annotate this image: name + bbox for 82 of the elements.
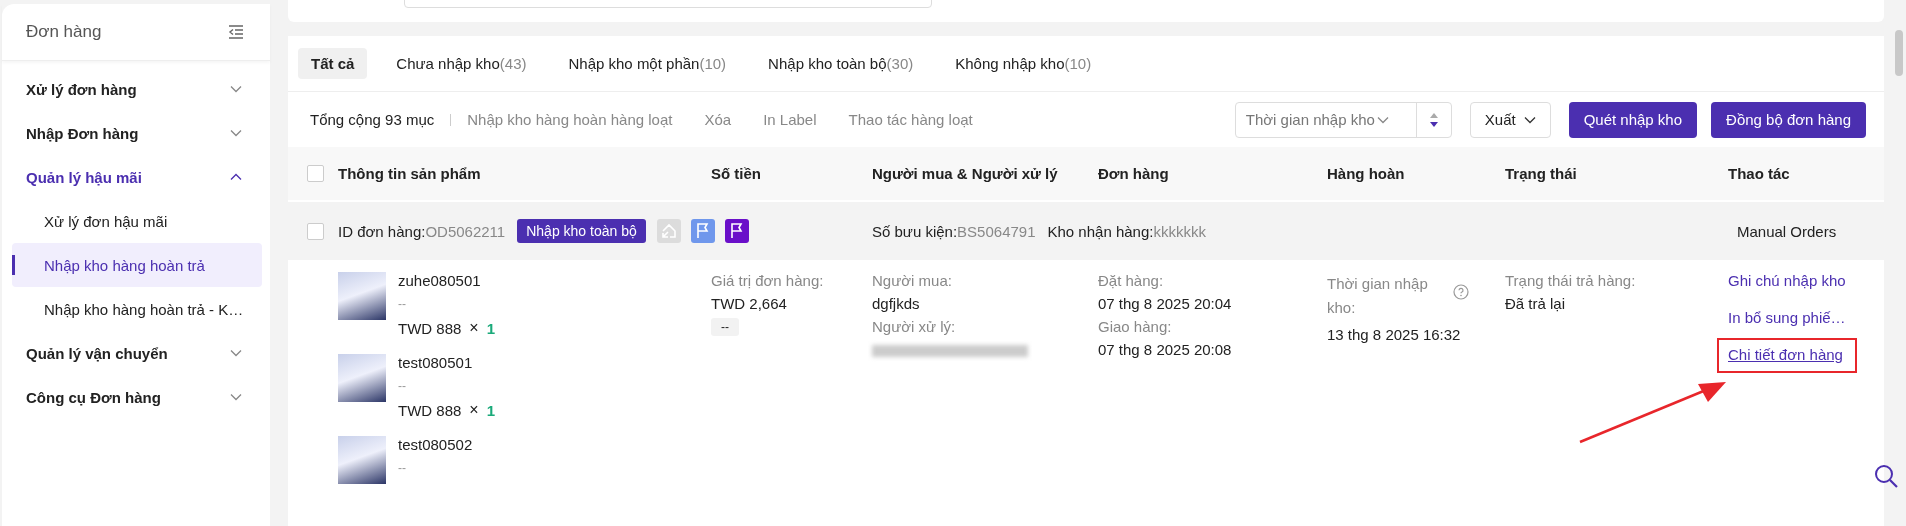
- chevron-icon: [230, 173, 242, 181]
- tab[interactable]: Nhập kho một phần(10): [555, 48, 740, 79]
- scrollbar-thumb[interactable]: [1895, 30, 1903, 76]
- sidebar-title: Đơn hàng: [26, 22, 102, 42]
- sidebar-group[interactable]: Quản lý hậu mãi: [2, 155, 270, 199]
- photo-placeholder: [338, 272, 386, 320]
- time-label: Giao hàng:: [1098, 318, 1172, 335]
- chevron-icon: [230, 129, 242, 137]
- total-count: Tổng cộng 93 mục: [310, 111, 435, 128]
- tab[interactable]: Nhập kho toàn bộ(30): [755, 48, 927, 79]
- tab[interactable]: Tất cả: [298, 48, 368, 79]
- chevron-icon: [1376, 115, 1389, 124]
- order-id: ID đơn hàng:OD5062211: [338, 222, 506, 240]
- sidebar-group[interactable]: Nhập Đơn hàng: [2, 111, 270, 155]
- tag: --: [711, 318, 739, 336]
- time-value: 07 thg 8 2025 20:08: [1098, 341, 1232, 358]
- sidebar-group[interactable]: Quản lý vận chuyển: [2, 331, 270, 375]
- return-time-value: 13 thg 8 2025 16:32: [1327, 326, 1461, 343]
- sidebar-group[interactable]: Công cụ Đơn hàng: [2, 375, 270, 419]
- buyer-label: Người mua:: [872, 272, 952, 289]
- product-name: test080501: [398, 354, 474, 371]
- amount-label: Giá trị đơn hàng:: [711, 272, 824, 289]
- action-button[interactable]: Đồng bộ đơn hàng: [1711, 101, 1866, 138]
- column-header: Số tiền: [711, 165, 761, 182]
- sidebar-item[interactable]: Nhập kho hàng hoàn trả: [12, 243, 262, 287]
- order-source: Manual Orders: [1737, 222, 1837, 240]
- chevron-icon: [1523, 115, 1536, 124]
- product-price: TWD 888: [398, 319, 462, 337]
- tab[interactable]: Chưa nhập kho(43): [383, 48, 540, 79]
- search-icon[interactable]: [1874, 464, 1898, 488]
- buyer-name: dgfjkds: [872, 295, 920, 312]
- sidebar-group[interactable]: Xử lý đơn hàng: [2, 67, 270, 111]
- chevron-icon: [230, 393, 242, 401]
- multiply-sign: ×: [469, 319, 479, 337]
- collapse-menu-icon[interactable]: [228, 25, 244, 39]
- link[interactable]: Ghi chú nhập kho: [1728, 272, 1846, 289]
- chevron-icon: [230, 85, 242, 93]
- photo-placeholder: [338, 354, 386, 402]
- checkbox[interactable]: [306, 165, 324, 182]
- action-button[interactable]: Quét nhập kho: [1568, 101, 1698, 138]
- help-icon[interactable]: [1453, 284, 1469, 300]
- sort-arrows-icon: [1429, 112, 1438, 127]
- product-name: zuhe080501: [398, 272, 482, 289]
- product-quantity: 1: [486, 319, 496, 337]
- photo-placeholder: [338, 436, 386, 484]
- return-status-value: Đã trả lại: [1505, 295, 1566, 312]
- sidebar-item[interactable]: Xử lý đơn hậu mãi: [12, 199, 262, 243]
- link[interactable]: Chi tiết đơn hàng: [1728, 346, 1843, 363]
- chevron-icon: [230, 349, 242, 357]
- product-quantity: 1: [486, 401, 496, 419]
- bulk-action[interactable]: Xóa: [704, 111, 732, 128]
- column-header: Hàng hoàn: [1327, 165, 1405, 182]
- multiply-sign: ×: [469, 401, 479, 419]
- time-label: Đặt hàng:: [1098, 272, 1164, 289]
- link[interactable]: In bổ sung phiế…: [1728, 309, 1846, 326]
- product-variant: --: [398, 379, 407, 393]
- column-header: Người mua & Người xử lý: [872, 165, 1058, 182]
- status-badge: Nhập kho toàn bộ: [517, 219, 646, 243]
- return-icon[interactable]: [656, 219, 681, 243]
- bulk-action[interactable]: Thao tác hàng loạt: [848, 111, 973, 128]
- product-variant: --: [398, 297, 407, 311]
- receiving-warehouse: Kho nhận hàng:kkkkkkk: [1047, 222, 1206, 240]
- product-name: test080502: [398, 436, 473, 453]
- parcel-number: Số bưu kiện:BS5064791: [872, 222, 1036, 240]
- bulk-action[interactable]: Nhập kho hàng hoàn hàng loạt: [467, 111, 673, 128]
- export-button[interactable]: Xuất: [1469, 101, 1551, 138]
- return-status-label: Trạng thái trả hàng:: [1505, 272, 1636, 289]
- time-value: 07 thg 8 2025 20:04: [1098, 295, 1232, 312]
- sidebar-item[interactable]: Nhập kho hàng hoàn trả - K…: [12, 287, 262, 331]
- bulk-action[interactable]: In Label: [763, 111, 817, 128]
- column-header: Thông tin sản phẩm: [338, 165, 481, 182]
- column-header: Thao tác: [1728, 165, 1790, 182]
- return-time-label: Thời gian nhập kho:: [1327, 274, 1429, 318]
- column-header: Đơn hàng: [1098, 165, 1169, 182]
- handler-label: Người xử lý:: [872, 318, 956, 335]
- product-variant: --: [398, 461, 407, 475]
- checkbox[interactable]: [306, 222, 324, 240]
- column-header: Trạng thái: [1505, 165, 1577, 182]
- flag-icon[interactable]: [724, 219, 749, 243]
- product-price: TWD 888: [398, 401, 462, 419]
- tab[interactable]: Không nhập kho(10): [942, 48, 1105, 79]
- amount-value: TWD 2,664: [711, 295, 787, 312]
